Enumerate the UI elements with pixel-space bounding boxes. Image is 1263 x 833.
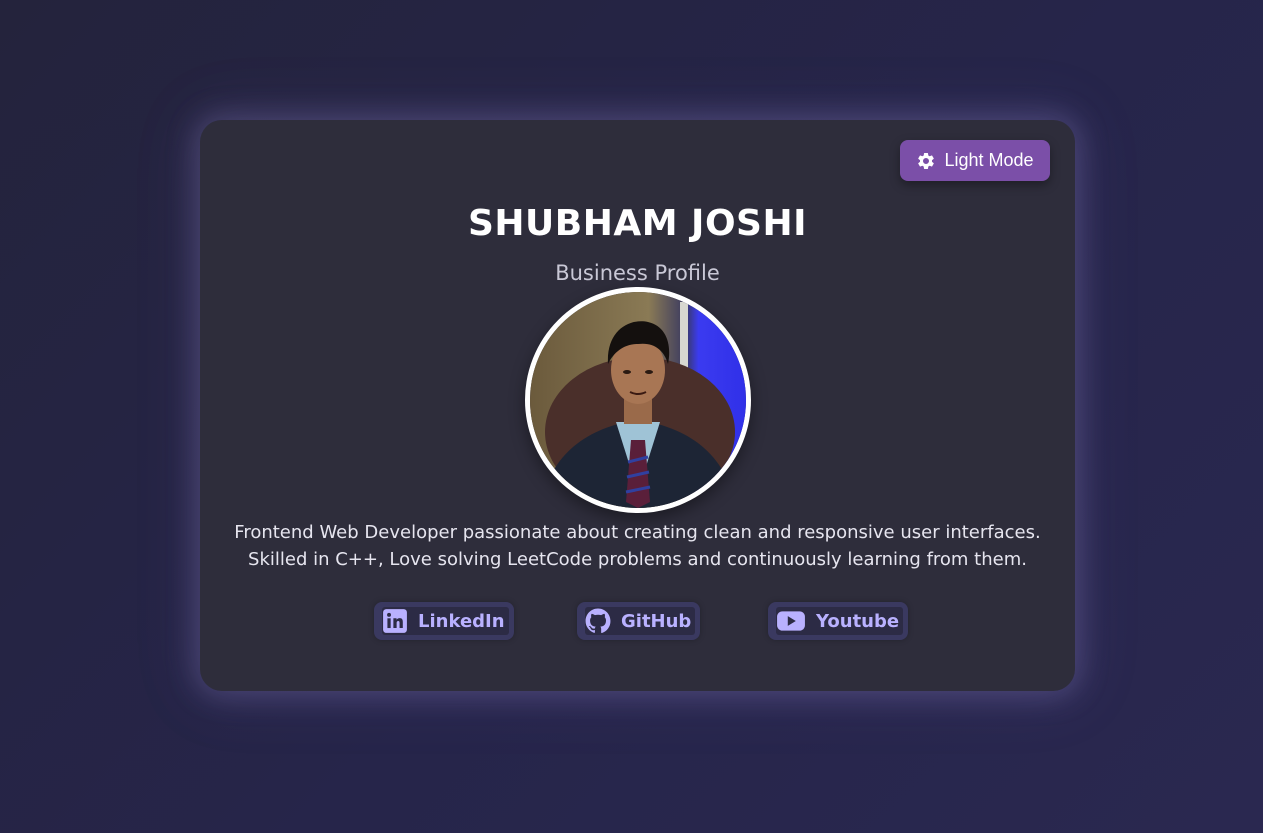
theme-toggle-button[interactable]: Light Mode bbox=[900, 140, 1050, 181]
social-label: LinkedIn bbox=[418, 610, 505, 632]
bio-line: Skilled in C++, Love solving LeetCode pr… bbox=[248, 549, 1027, 570]
profile-name: SHUBHAM JOSHI bbox=[467, 203, 808, 244]
avatar bbox=[525, 287, 751, 513]
social-label: Youtube bbox=[816, 610, 900, 632]
github-link[interactable]: GitHub bbox=[577, 602, 701, 640]
youtube-link[interactable]: Youtube bbox=[768, 602, 909, 640]
social-links: LinkedIn GitHub Youtube bbox=[200, 602, 1075, 642]
social-label: GitHub bbox=[621, 610, 692, 632]
linkedin-link[interactable]: LinkedIn bbox=[374, 602, 514, 640]
profile-bio: Frontend Web Developer passionate about … bbox=[220, 519, 1055, 573]
linkedin-icon bbox=[382, 608, 408, 634]
profile-card: Light Mode SHUBHAM JOSHI Business Profil… bbox=[200, 120, 1075, 691]
bio-line: Frontend Web Developer passionate about … bbox=[234, 522, 1041, 543]
github-icon bbox=[585, 608, 611, 634]
theme-toggle-label: Light Mode bbox=[944, 150, 1034, 170]
gear-icon bbox=[916, 151, 936, 171]
youtube-icon bbox=[776, 608, 806, 634]
profile-subtitle: Business Profile bbox=[555, 261, 720, 285]
